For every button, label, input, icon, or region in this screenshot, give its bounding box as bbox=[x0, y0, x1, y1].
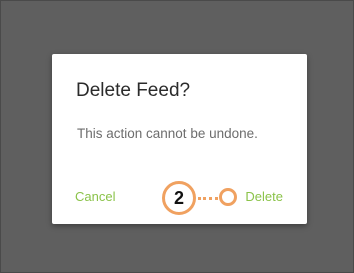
callout-connector bbox=[198, 197, 218, 200]
step-number-badge: 2 bbox=[162, 181, 196, 215]
dialog-message: This action cannot be undone. bbox=[77, 126, 258, 141]
delete-button[interactable]: Delete bbox=[245, 189, 283, 204]
cancel-button[interactable]: Cancel bbox=[75, 189, 115, 204]
callout-target-ring bbox=[219, 188, 237, 206]
dialog-title: Delete Feed? bbox=[76, 80, 191, 101]
